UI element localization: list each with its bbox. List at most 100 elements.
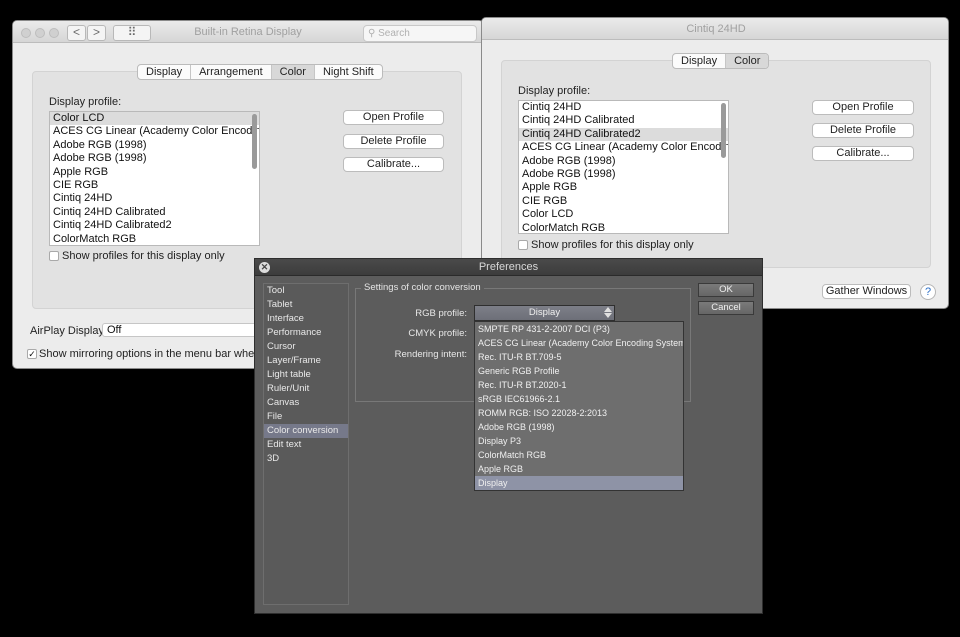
menu-item[interactable]: Adobe RGB (1998) bbox=[475, 420, 683, 434]
back-button[interactable]: < bbox=[67, 25, 86, 41]
list-item[interactable]: CIE RGB bbox=[50, 179, 259, 192]
close-icon[interactable]: ✕ bbox=[259, 262, 270, 273]
list-item[interactable]: Color LCD bbox=[519, 208, 728, 221]
group-title: Settings of color conversion bbox=[361, 282, 484, 293]
category-item[interactable]: 3D bbox=[264, 452, 348, 466]
display-profile-label: Display profile: bbox=[518, 85, 591, 97]
category-item[interactable]: Layer/Frame bbox=[264, 354, 348, 368]
category-item-color-conversion[interactable]: Color conversion bbox=[264, 424, 348, 438]
help-icon[interactable]: ? bbox=[920, 284, 936, 300]
category-item[interactable]: Light table bbox=[264, 368, 348, 382]
mirroring-checkbox[interactable]: ✓ bbox=[27, 349, 37, 359]
show-all-grid-button[interactable]: ⠿ bbox=[113, 25, 151, 41]
menu-item[interactable]: Display P3 bbox=[475, 434, 683, 448]
menu-item[interactable]: Apple RGB bbox=[475, 462, 683, 476]
list-item[interactable]: Cintiq 24HD Calibrated bbox=[50, 206, 259, 219]
list-item[interactable]: Color LCD bbox=[50, 112, 259, 126]
category-item[interactable]: Tablet bbox=[264, 298, 348, 312]
close-window-button[interactable] bbox=[21, 28, 31, 38]
category-item[interactable]: Performance bbox=[264, 326, 348, 340]
list-item[interactable]: ACES CG Linear (Academy Color Encoding..… bbox=[50, 125, 259, 138]
minimize-window-button[interactable] bbox=[35, 28, 45, 38]
list-item[interactable]: ColorMatch RGB bbox=[50, 233, 259, 245]
preferences-dialog: ✕ Preferences Tool Tablet Interface Perf… bbox=[254, 258, 763, 614]
list-item[interactable]: Cintiq 24HD Calibrated2 bbox=[50, 219, 259, 232]
calibrate-button[interactable]: Calibrate... bbox=[812, 146, 914, 161]
left-window-title: Built-in Retina Display bbox=[194, 26, 302, 38]
open-profile-button[interactable]: Open Profile bbox=[812, 100, 914, 115]
list-item[interactable]: ColorMatch RGB bbox=[519, 222, 728, 233]
category-item[interactable]: Interface bbox=[264, 312, 348, 326]
list-item[interactable]: Cintiq 24HD Calibrated bbox=[519, 114, 728, 127]
list-item[interactable]: Apple RGB bbox=[50, 166, 259, 179]
menu-item[interactable]: ColorMatch RGB bbox=[475, 448, 683, 462]
open-profile-button[interactable]: Open Profile bbox=[343, 110, 444, 125]
category-item[interactable]: Edit text bbox=[264, 438, 348, 452]
menu-item[interactable]: ACES CG Linear (Academy Color Encoding S… bbox=[475, 336, 683, 350]
tab-color[interactable]: Color bbox=[726, 54, 769, 68]
airplay-display-label: AirPlay Display: bbox=[30, 325, 108, 337]
list-item[interactable]: Adobe RGB (1998) bbox=[519, 155, 728, 168]
preferences-title: Preferences bbox=[478, 261, 539, 273]
search-icon: ⚲ bbox=[368, 28, 379, 39]
tab-color[interactable]: Color bbox=[271, 65, 315, 79]
category-item[interactable]: Cursor bbox=[264, 340, 348, 354]
menu-item[interactable]: sRGB IEC61966-2.1 bbox=[475, 392, 683, 406]
right-title-bar[interactable]: Cintiq 24HD bbox=[482, 18, 948, 40]
menu-item[interactable]: Generic RGB Profile bbox=[475, 364, 683, 378]
category-list[interactable]: Tool Tablet Interface Performance Cursor… bbox=[263, 283, 349, 605]
forward-button[interactable]: > bbox=[87, 25, 106, 41]
chevron-up-down-icon bbox=[603, 307, 613, 319]
menu-item[interactable]: SMPTE RP 431-2-2007 DCI (P3) bbox=[475, 322, 683, 336]
list-item[interactable]: Adobe RGB (1998) bbox=[50, 139, 259, 152]
menu-item[interactable]: Rec. ITU-R BT.2020-1 bbox=[475, 378, 683, 392]
profile-list-scrollbar[interactable] bbox=[252, 114, 257, 169]
display-profile-label: Display profile: bbox=[49, 96, 122, 108]
rgb-profile-select[interactable]: Display bbox=[474, 305, 615, 321]
left-title-bar[interactable]: < > ⠿ Built-in Retina Display ⚲ Search bbox=[13, 21, 483, 43]
rgb-profile-label: RGB profile: bbox=[415, 308, 467, 319]
search-placeholder: Search bbox=[378, 28, 410, 39]
right-profile-list[interactable]: Cintiq 24HD Cintiq 24HD Calibrated Cinti… bbox=[518, 100, 729, 234]
right-tab-bar: Display Color bbox=[672, 53, 770, 69]
category-item[interactable]: File bbox=[264, 410, 348, 424]
right-window-title: Cintiq 24HD bbox=[686, 23, 746, 35]
zoom-window-button[interactable] bbox=[49, 28, 59, 38]
cmyk-profile-label: CMYK profile: bbox=[408, 328, 467, 339]
ok-button[interactable]: OK bbox=[698, 283, 754, 297]
rgb-profile-value: Display bbox=[528, 307, 561, 318]
delete-profile-button[interactable]: Delete Profile bbox=[343, 134, 444, 149]
show-profiles-only-label: Show profiles for this display only bbox=[62, 250, 225, 262]
cancel-button[interactable]: Cancel bbox=[698, 301, 754, 315]
profile-list-scrollbar[interactable] bbox=[721, 103, 726, 158]
tab-arrangement[interactable]: Arrangement bbox=[191, 65, 272, 79]
menu-item[interactable]: Rec. ITU-R BT.709-5 bbox=[475, 350, 683, 364]
menu-item[interactable]: ROMM RGB: ISO 22028-2:2013 bbox=[475, 406, 683, 420]
tab-night-shift[interactable]: Night Shift bbox=[315, 65, 382, 79]
gather-windows-button[interactable]: Gather Windows bbox=[822, 284, 911, 299]
show-profiles-only-checkbox[interactable] bbox=[49, 251, 59, 261]
preferences-title-bar[interactable]: ✕ Preferences bbox=[255, 259, 762, 276]
list-item[interactable]: Apple RGB bbox=[519, 181, 728, 194]
category-item[interactable]: Tool bbox=[264, 284, 348, 298]
airplay-display-dropdown[interactable]: Off bbox=[102, 323, 262, 337]
search-input[interactable]: ⚲ Search bbox=[363, 25, 477, 42]
list-item[interactable]: Adobe RGB (1998) bbox=[519, 168, 728, 181]
show-profiles-only-checkbox[interactable] bbox=[518, 240, 528, 250]
tab-display[interactable]: Display bbox=[138, 65, 192, 79]
tab-display[interactable]: Display bbox=[673, 54, 727, 68]
list-item[interactable]: Cintiq 24HD bbox=[50, 192, 259, 205]
left-profile-list[interactable]: Color LCD ACES CG Linear (Academy Color … bbox=[49, 111, 260, 246]
calibrate-button[interactable]: Calibrate... bbox=[343, 157, 444, 172]
list-item[interactable]: CIE RGB bbox=[519, 195, 728, 208]
list-item[interactable]: Cintiq 24HD Calibrated2 bbox=[519, 127, 728, 142]
delete-profile-button[interactable]: Delete Profile bbox=[812, 123, 914, 138]
list-item[interactable]: ACES CG Linear (Academy Color Encoding..… bbox=[519, 141, 728, 154]
list-item[interactable]: Cintiq 24HD bbox=[519, 101, 728, 114]
menu-item-display[interactable]: Display bbox=[475, 476, 683, 490]
rgb-profile-dropdown-menu[interactable]: SMPTE RP 431-2-2007 DCI (P3) ACES CG Lin… bbox=[474, 321, 684, 491]
list-item[interactable]: Adobe RGB (1998) bbox=[50, 152, 259, 165]
category-item[interactable]: Ruler/Unit bbox=[264, 382, 348, 396]
rendering-intent-label: Rendering intent: bbox=[394, 349, 467, 360]
category-item[interactable]: Canvas bbox=[264, 396, 348, 410]
